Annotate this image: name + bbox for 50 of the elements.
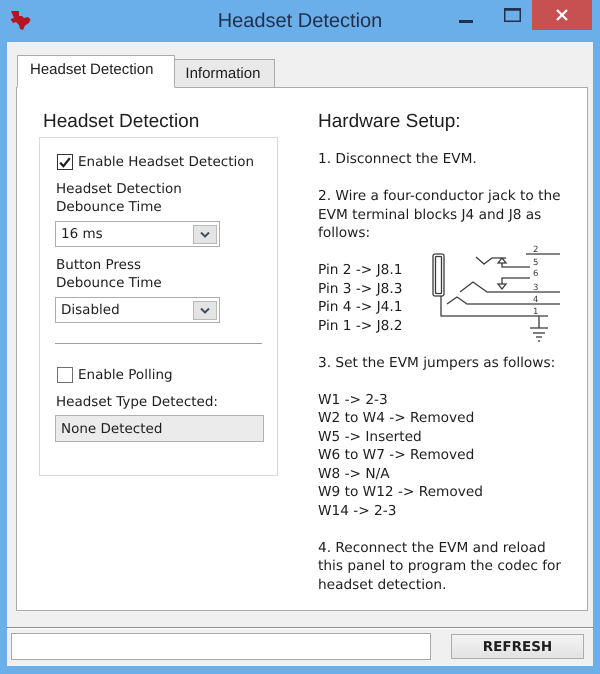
jumper-setting-text: W1 -> 2-3 xyxy=(318,390,388,409)
close-button[interactable] xyxy=(532,0,592,30)
section-title: Hardware Setup: xyxy=(318,110,461,134)
jumper-setting-text: W2 to W4 -> Removed xyxy=(318,409,474,428)
instruction-text: 1. Disconnect the EVM. xyxy=(318,150,477,168)
field-label: Button Press Debounce Time xyxy=(56,256,162,292)
pin-mapping-text: Pin 1 -> J8.2 xyxy=(318,316,402,335)
switch-contact xyxy=(496,277,530,290)
jack-socket xyxy=(432,253,445,297)
group-title: Headset Detection xyxy=(43,110,200,134)
chevron-down-icon[interactable] xyxy=(193,300,217,320)
pin-number: 2 xyxy=(533,245,538,255)
jumper-setting-text: W5 -> Inserted xyxy=(318,428,422,446)
instruction-text: 3. Set the EVM jumpers as follows: xyxy=(318,354,556,372)
ground-symbol xyxy=(530,316,548,342)
jumper-setting-text: W6 to W7 -> Removed xyxy=(318,446,474,464)
jumper-setting-text: W14 -> 2-3 xyxy=(318,502,396,520)
jumper-setting-text: W9 to W12 -> Removed xyxy=(318,483,483,502)
window-title: Headset Detection xyxy=(218,9,382,34)
pin-number: 4 xyxy=(533,295,538,305)
checkbox-label[interactable]: Enable Headset Detection xyxy=(78,153,254,171)
pin-mapping-text: Pin 2 -> J8.1 xyxy=(318,261,402,280)
dropdown[interactable]: 16 ms xyxy=(55,221,220,247)
instruction-text: 4. Reconnect the EVM and reload this panel to program the codec for headset detection. xyxy=(318,538,562,594)
pin-number: 1 xyxy=(533,307,538,317)
refresh-button[interactable]: REFRESH xyxy=(451,634,584,659)
pin-mapping-text: Pin 4 -> J4.1 xyxy=(318,298,402,316)
terminal-line xyxy=(526,253,560,255)
logo-icon xyxy=(10,9,31,31)
check-icon xyxy=(59,156,71,168)
checkbox-label[interactable]: Enable Polling xyxy=(78,366,173,384)
pin-number: 6 xyxy=(533,269,538,279)
chevron-down-icon[interactable] xyxy=(193,224,217,244)
tip-contact xyxy=(476,256,530,268)
maximize-icon[interactable] xyxy=(504,8,521,22)
instruction-text: 2. Wire a four-conductor jack to the EVM terminal blocks J4 and J8 as follows: xyxy=(318,187,561,242)
pin-number: 3 xyxy=(533,283,538,293)
dropdown[interactable]: Disabled xyxy=(55,297,220,323)
pin-number: 5 xyxy=(533,258,538,268)
field-label: Headset Detection Debounce Time xyxy=(56,180,182,216)
readout-field: None Detected xyxy=(55,415,264,442)
tab[interactable]: Information xyxy=(175,59,276,88)
close-icon xyxy=(556,9,568,21)
checkbox[interactable] xyxy=(57,367,73,383)
pin-mapping-text: Pin 3 -> J8.3 xyxy=(318,280,402,298)
checkbox[interactable] xyxy=(57,154,73,170)
field-label: Headset Type Detected: xyxy=(56,393,218,411)
tab[interactable]: Headset Detection xyxy=(17,55,176,88)
status-field[interactable] xyxy=(11,633,431,660)
jumper-setting-text: W8 -> N/A xyxy=(318,464,390,483)
